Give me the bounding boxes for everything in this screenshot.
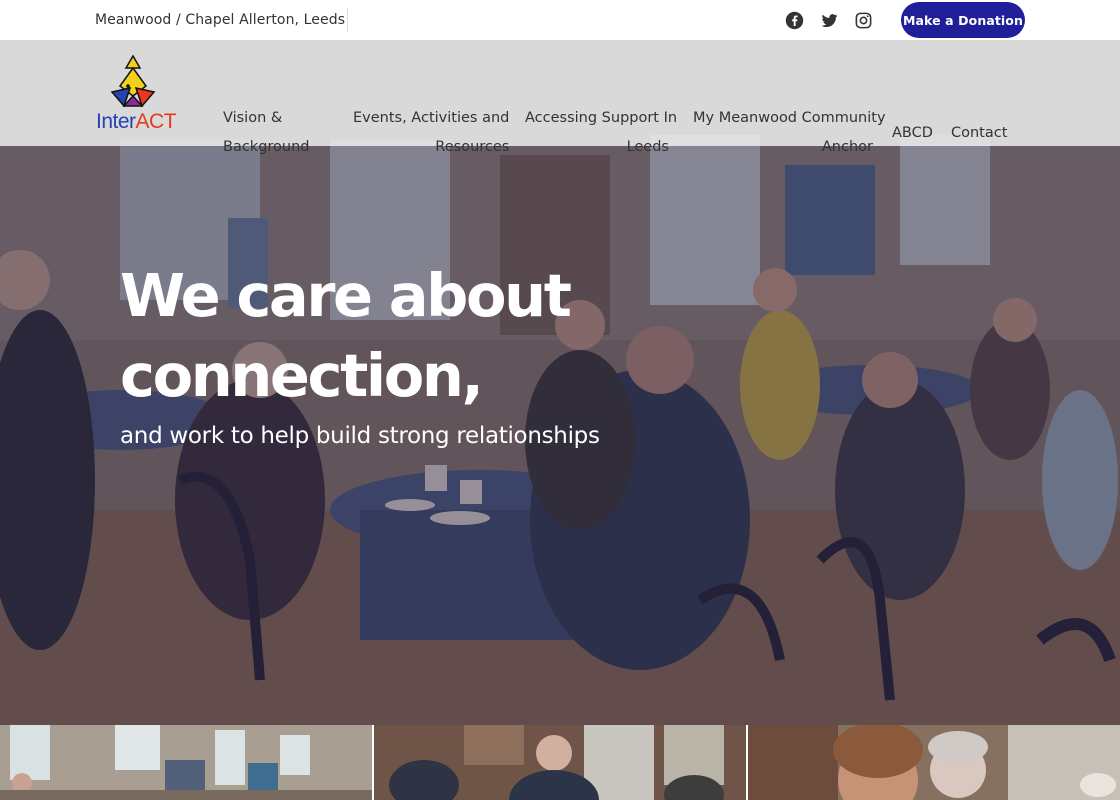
divider	[347, 8, 348, 32]
location-text: Meanwood / Chapel Allerton, Leeds	[95, 12, 346, 28]
top-bar: Meanwood / Chapel Allerton, Leeds Make a…	[0, 0, 1120, 40]
twitter-icon[interactable]	[819, 10, 839, 30]
hero-headline: We care about connection,	[120, 261, 572, 410]
nav-label-line: My Meanwood Community	[693, 110, 886, 126]
nav-events-activities[interactable]: Events, Activities and Resources	[353, 104, 509, 162]
main-nav: InterACT Vision & Background Events, Act…	[0, 40, 1120, 155]
nav-label-line: Vision &	[223, 110, 283, 126]
gallery-photo[interactable]	[374, 725, 746, 800]
nav-label-line: ABCD	[892, 125, 933, 141]
nav-abcd[interactable]: ABCD	[892, 119, 933, 148]
nav-label-line: Contact	[951, 125, 1008, 141]
nav-label-line: Events, Activities and	[353, 110, 510, 126]
nav-label-line: Anchor	[821, 139, 873, 155]
nav-label-line: Accessing Support In	[525, 110, 678, 126]
logo-fish-icon	[110, 54, 156, 108]
nav-contact[interactable]: Contact	[951, 119, 1007, 148]
nav-community-anchor[interactable]: My Meanwood Community Anchor	[693, 104, 886, 162]
facebook-icon[interactable]	[784, 10, 804, 30]
instagram-icon[interactable]	[853, 10, 873, 30]
site-logo[interactable]: InterACT	[92, 50, 182, 138]
nav-vision-background[interactable]: Vision & Background	[223, 104, 310, 162]
logo-text: InterACT	[96, 110, 177, 133]
nav-label-line: Resources	[435, 139, 510, 155]
gallery-photo[interactable]	[0, 725, 372, 800]
photo-gallery	[0, 725, 1120, 800]
donate-button[interactable]: Make a Donation	[901, 2, 1025, 38]
gallery-photo[interactable]	[748, 725, 1120, 800]
nav-label-line: Background	[223, 139, 310, 155]
hero-subheading: and work to help build strong relationsh…	[120, 423, 600, 449]
nav-label-line: Leeds	[626, 139, 669, 155]
nav-accessing-support[interactable]: Accessing Support In Leeds	[525, 104, 678, 162]
